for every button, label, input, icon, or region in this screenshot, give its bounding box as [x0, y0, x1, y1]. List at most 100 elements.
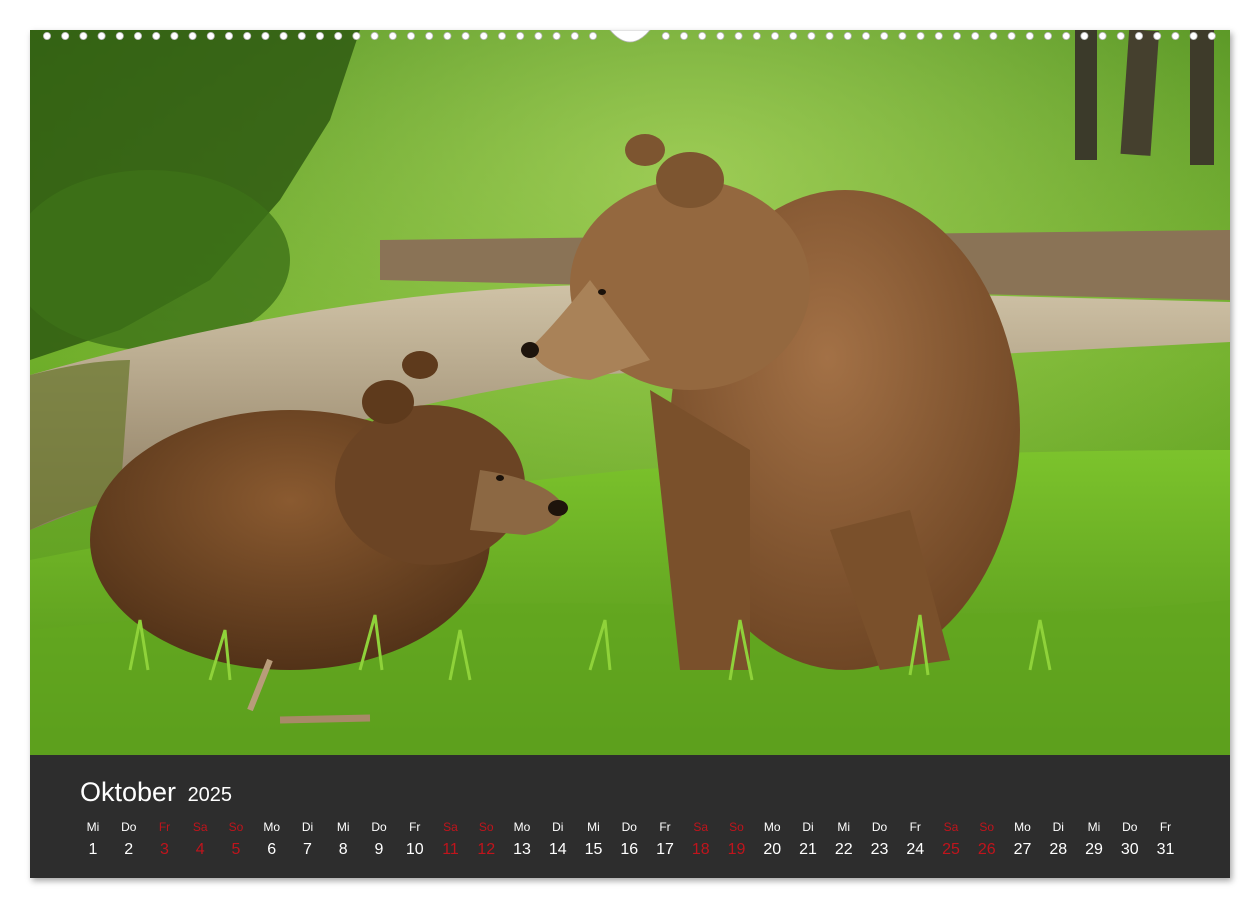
binding-ring: [516, 32, 525, 40]
weekday-label: Di: [552, 820, 564, 834]
year: 2025: [187, 784, 233, 806]
binding-ring: [61, 32, 70, 40]
binding-ring: [534, 32, 543, 40]
binding-ring: [734, 32, 743, 40]
day-number: 16: [620, 841, 639, 858]
day-number: 18: [691, 841, 710, 858]
binding-ring: [570, 32, 579, 40]
binding-ring: [989, 32, 998, 40]
weekday-label: Sa: [943, 820, 959, 834]
weekday-label: So: [228, 820, 244, 834]
day-number: 23: [870, 841, 889, 858]
binding-ring: [279, 32, 288, 40]
binding-ring: [1189, 32, 1198, 40]
day-number: 11: [442, 841, 459, 858]
binding-ring: [661, 32, 670, 40]
day-cell: Sa 18: [683, 819, 719, 859]
binding-ring: [825, 32, 834, 40]
day-cell: Mi 22: [826, 819, 862, 859]
binding-ring: [752, 32, 761, 40]
binding-ring: [406, 32, 415, 40]
binding-ring: [388, 32, 397, 40]
binding-ring: [1098, 32, 1107, 40]
binding-ring: [97, 32, 106, 40]
weekday-label: Do: [1122, 820, 1138, 834]
day-number: 20: [763, 841, 782, 858]
day-cell: Mo 27: [1005, 819, 1041, 859]
day-cell: Mo 6: [254, 819, 290, 859]
day-number: 17: [656, 841, 674, 858]
day-cell: Sa 4: [182, 819, 218, 859]
weekday-label: Mo: [1014, 820, 1031, 834]
day-cell: Sa 11: [433, 819, 469, 859]
binding-ring: [934, 32, 943, 40]
binding-ring: [716, 32, 725, 40]
day-cell: Mi 15: [576, 819, 612, 859]
weekday-label: So: [979, 820, 995, 834]
day-number: 21: [799, 841, 817, 858]
binding-ring: [79, 32, 88, 40]
weekday-label: Sa: [192, 820, 208, 834]
day-number: 29: [1085, 841, 1103, 858]
weekday-label: Mo: [513, 820, 531, 834]
weekday-label: Mi: [587, 820, 600, 834]
spiral-binding: [42, 30, 1216, 43]
day-cell: Fr 24: [897, 819, 933, 859]
day-number: 5: [231, 841, 241, 858]
day-number: 31: [1156, 841, 1175, 858]
day-number: 10: [405, 841, 424, 858]
binding-ring: [206, 32, 215, 40]
day-grid: Mi 1 Do 2 Fr 3 Sa 4 So 5 Mo 6 Di 7 Mi 8 Do 9 Fr 10 Sa 11 So 12 M…: [75, 819, 1195, 869]
day-cell: Do 30: [1112, 819, 1148, 859]
day-cell: So 26: [969, 819, 1005, 859]
binding-ring: [152, 32, 161, 40]
binding-ring: [1080, 32, 1089, 40]
binding-ring: [552, 32, 561, 40]
binding-ring: [771, 32, 780, 40]
day-cell: Do 16: [611, 819, 647, 859]
day-number: 14: [548, 841, 567, 858]
binding-ring: [315, 32, 324, 40]
binding-ring: [115, 32, 124, 40]
day-cell: Fr 3: [147, 819, 183, 859]
day-number: 1: [88, 841, 98, 858]
calendar-strip: Oktober 2025 Mi 1 Do 2 Fr 3 Sa 4 So 5 Mo 6 Di 7 Mi 8 Do 9…: [30, 755, 1230, 878]
binding-ring: [680, 32, 689, 40]
weekday-label: Mi: [1087, 820, 1101, 834]
binding-ring: [898, 32, 907, 40]
weekday-label: Di: [802, 820, 814, 834]
day-number: 24: [906, 841, 925, 858]
month-name: Oktober: [80, 777, 177, 807]
day-number: 6: [267, 841, 277, 858]
day-cell: Mo 13: [504, 819, 540, 859]
weekday-label: Mo: [763, 820, 781, 834]
binding-ring: [334, 32, 343, 40]
binding-ring: [1062, 32, 1071, 40]
day-cell: Sa 25: [933, 819, 969, 859]
binding-ring: [916, 32, 925, 40]
weekday-label: Fr: [909, 820, 921, 834]
binding-ring: [443, 32, 452, 40]
bear-photo: [30, 30, 1230, 755]
binding-ring: [370, 32, 379, 40]
weekday-label: Fr: [158, 820, 171, 834]
weekday-label: Di: [301, 820, 314, 834]
binding-ring: [170, 32, 179, 40]
day-number: 15: [584, 841, 603, 858]
binding-ring: [1153, 32, 1162, 40]
day-number: 25: [942, 841, 960, 858]
weekday-label: Mi: [86, 820, 100, 834]
binding-ring: [862, 32, 871, 40]
binding-ring: [1135, 32, 1144, 40]
weekday-label: Fr: [1159, 820, 1172, 834]
binding-ring: [188, 32, 197, 40]
day-number: 2: [124, 841, 134, 858]
day-number: 19: [727, 841, 746, 858]
binding-ring: [1116, 32, 1125, 40]
weekday-label: So: [729, 820, 744, 834]
weekday-label: Mo: [263, 820, 281, 834]
weekday-label: Mi: [837, 820, 851, 834]
binding-ring: [1007, 32, 1016, 40]
day-cell: So 5: [218, 819, 254, 859]
day-number: 13: [513, 841, 531, 858]
